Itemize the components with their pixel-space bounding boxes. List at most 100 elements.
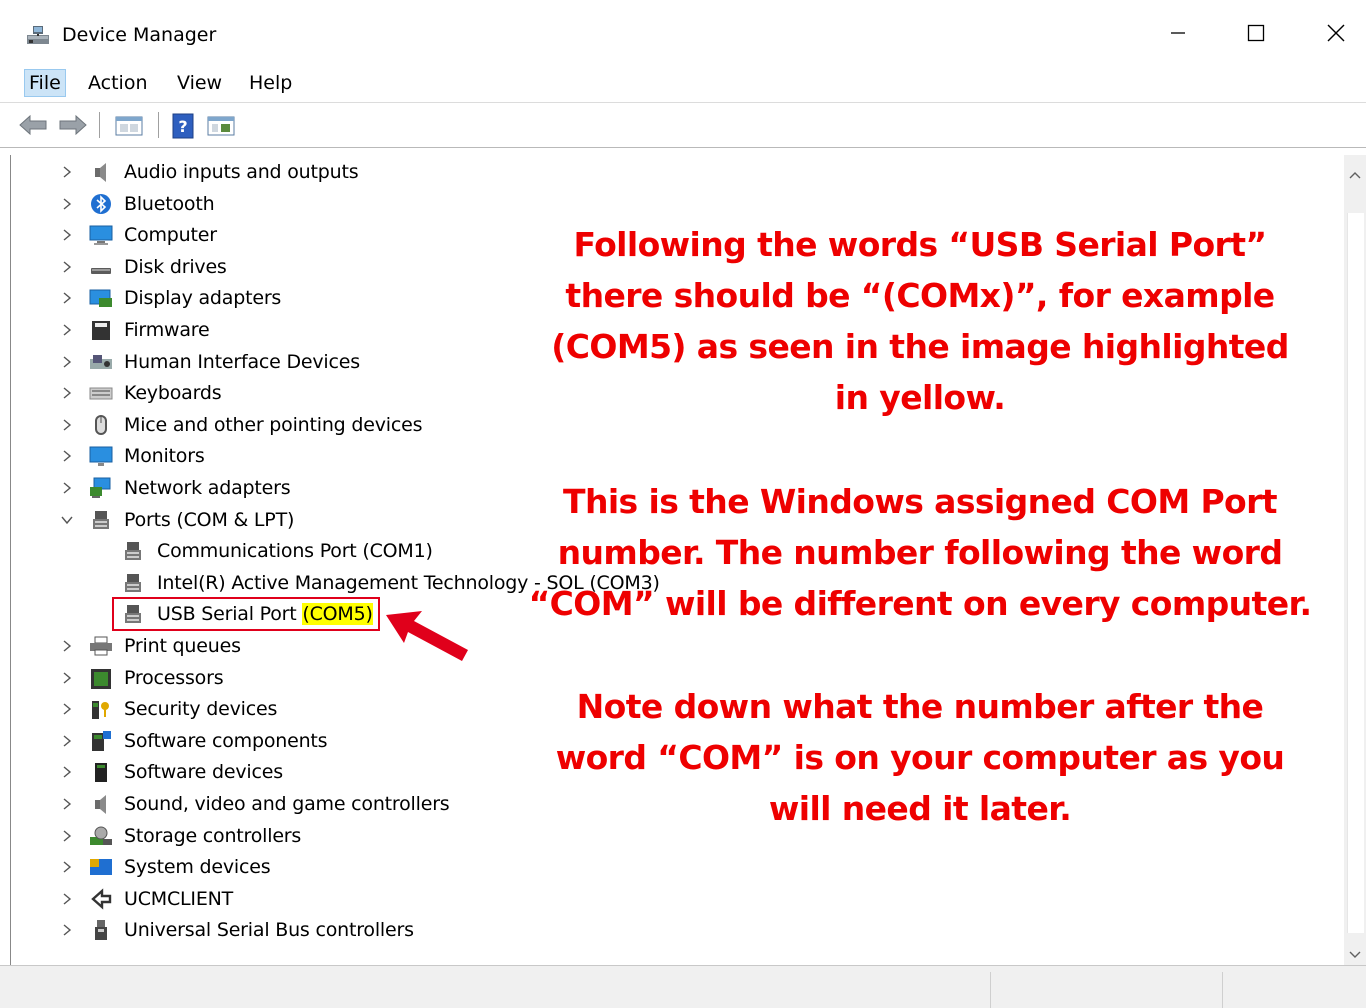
- tree-category-monitors[interactable]: Monitors: [11, 441, 811, 471]
- maximize-button[interactable]: [1234, 14, 1278, 56]
- scrollbar-thumb[interactable]: [1347, 213, 1364, 933]
- tree-category-label: Software devices: [124, 761, 283, 784]
- annotation-paragraph-1: Following the words “USB Serial Port” the…: [520, 219, 1320, 423]
- monitor-icon: [89, 445, 113, 467]
- vertical-scrollbar[interactable]: [1344, 155, 1366, 965]
- window-title: Device Manager: [62, 24, 217, 46]
- scan-hardware-icon[interactable]: [206, 113, 236, 141]
- chevron-right-icon[interactable]: [57, 663, 77, 693]
- tree-category-label: Monitors: [124, 445, 205, 468]
- tree-category-universal-serial-bus-controllers[interactable]: Universal Serial Bus controllers: [11, 915, 811, 945]
- tree-category-system-devices[interactable]: System devices: [11, 852, 811, 882]
- tree-category-label: Human Interface Devices: [124, 350, 360, 373]
- usb-icon: [89, 919, 113, 941]
- processor-icon: [89, 667, 113, 689]
- back-arrow-icon[interactable]: [18, 113, 48, 141]
- port-icon: [89, 509, 113, 531]
- annotation-line: (COM5) as seen in the image highlighted: [551, 327, 1289, 366]
- printer-icon: [89, 635, 113, 657]
- scroll-down-icon[interactable]: [1349, 945, 1361, 964]
- tree-category-label: Display adapters: [124, 287, 282, 310]
- security-icon: [89, 698, 113, 720]
- usb-serial-port-highlight-box: [112, 597, 380, 631]
- chevron-right-icon[interactable]: [57, 252, 77, 282]
- chevron-right-icon[interactable]: [57, 441, 77, 471]
- properties-icon[interactable]: [114, 113, 144, 141]
- chevron-right-icon[interactable]: [57, 789, 77, 819]
- chevron-right-icon[interactable]: [57, 757, 77, 787]
- chevron-right-icon[interactable]: [57, 315, 77, 345]
- tree-category-label: Security devices: [124, 698, 278, 721]
- help-icon[interactable]: ?: [172, 113, 194, 143]
- chevron-right-icon[interactable]: [57, 220, 77, 250]
- chevron-right-icon[interactable]: [57, 915, 77, 945]
- disk-drive-icon: [89, 256, 113, 278]
- tree-category-label: Disk drives: [124, 255, 227, 278]
- ucm-icon: [89, 888, 113, 910]
- tree-category-label: Ports (COM & LPT): [124, 508, 295, 531]
- chevron-right-icon[interactable]: [57, 283, 77, 313]
- annotation-line: This is the Windows assigned COM Port: [563, 482, 1278, 521]
- status-divider: [990, 972, 991, 1008]
- chevron-right-icon[interactable]: [57, 631, 77, 661]
- minimize-button[interactable]: [1156, 14, 1200, 56]
- chevron-right-icon[interactable]: [57, 694, 77, 724]
- chevron-right-icon[interactable]: [57, 189, 77, 219]
- chevron-right-icon[interactable]: [57, 410, 77, 440]
- tree-category-label: Firmware: [124, 319, 210, 341]
- hid-icon: [89, 351, 113, 373]
- chevron-right-icon[interactable]: [57, 726, 77, 756]
- annotation-line: Note down what the number after the: [576, 687, 1264, 726]
- speaker-icon: [89, 793, 113, 815]
- toolbar: ?: [0, 103, 1366, 148]
- chevron-right-icon[interactable]: [57, 378, 77, 408]
- annotation-line: word “COM” is on your computer as you: [555, 738, 1285, 777]
- tree-category-audio-inputs-and-outputs[interactable]: Audio inputs and outputs: [11, 157, 811, 187]
- forward-arrow-icon[interactable]: [58, 113, 88, 141]
- menu-file-label: File: [29, 72, 61, 94]
- chevron-right-icon[interactable]: [57, 473, 77, 503]
- tree-category-label: Bluetooth: [124, 192, 215, 215]
- menu-help[interactable]: Help: [245, 70, 296, 96]
- close-icon: [1327, 24, 1345, 46]
- port-item-label: Communications Port (COM1): [157, 540, 433, 563]
- close-button[interactable]: [1314, 14, 1358, 56]
- software-component-icon: [89, 730, 113, 752]
- scroll-up-icon[interactable]: [1349, 165, 1361, 184]
- annotation-line: there should be “(COMx)”, for example: [565, 276, 1275, 315]
- device-manager-icon: [26, 25, 52, 47]
- toolbar-separator: [158, 112, 159, 138]
- tree-category-label: Sound, video and game controllers: [124, 793, 450, 815]
- tree-category-label: Keyboards: [124, 382, 222, 405]
- chevron-right-icon[interactable]: [57, 157, 77, 187]
- chevron-right-icon[interactable]: [57, 347, 77, 377]
- menu-file[interactable]: File: [24, 69, 66, 97]
- annotation-line: Following the words “USB Serial Port”: [573, 225, 1268, 264]
- tree-category-label: Processors: [124, 666, 224, 689]
- system-devices-icon: [89, 856, 113, 878]
- bluetooth-icon: [89, 193, 113, 215]
- tree-category-label: Print queues: [124, 635, 241, 657]
- port-icon: [121, 572, 145, 594]
- keyboard-icon: [89, 382, 113, 404]
- chevron-down-icon[interactable]: [57, 505, 77, 535]
- menu-view[interactable]: View: [173, 70, 226, 96]
- pointer-arrow: [386, 611, 468, 661]
- chevron-right-icon[interactable]: [57, 852, 77, 882]
- status-bar: [0, 965, 1366, 1008]
- chevron-right-icon[interactable]: [57, 884, 77, 914]
- tree-category-label: Audio inputs and outputs: [124, 161, 359, 183]
- tree-category-bluetooth[interactable]: Bluetooth: [11, 189, 811, 219]
- tree-category-label: Universal Serial Bus controllers: [124, 919, 414, 942]
- menu-action[interactable]: Action: [84, 70, 152, 96]
- mouse-icon: [89, 414, 113, 436]
- toolbar-separator: [99, 112, 100, 138]
- title-bar: Device Manager: [0, 0, 1366, 68]
- tree-category-ucmclient[interactable]: UCMCLIENT: [11, 884, 811, 914]
- port-icon: [121, 540, 145, 562]
- tree-category-label: System devices: [124, 856, 271, 879]
- menu-bar: File Action View Help: [0, 64, 1366, 103]
- device-manager-window: Device Manager File Action View Help ? A…: [0, 0, 1366, 1008]
- svg-text:?: ?: [178, 117, 187, 136]
- chevron-right-icon[interactable]: [57, 821, 77, 851]
